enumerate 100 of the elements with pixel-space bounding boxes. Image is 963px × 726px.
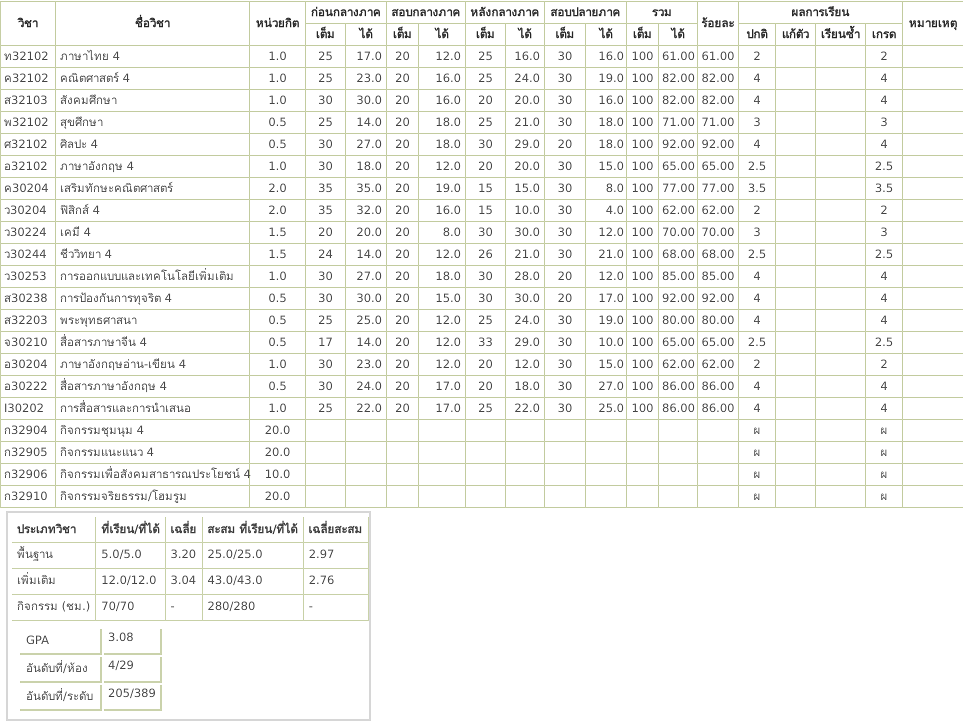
column-header: เต็ม (386, 24, 418, 46)
table-cell: 20 (386, 200, 418, 222)
table-cell: 77.00 (698, 178, 738, 200)
table-cell: สื่อสารภาษาจีน 4 (56, 332, 250, 354)
table-cell: 43.0/43.0 (202, 568, 304, 594)
table-cell: 20 (386, 90, 418, 112)
table-cell: 30 (544, 354, 586, 376)
table-cell: ก32905 (0, 442, 56, 464)
table-cell: 0.5 (250, 134, 306, 156)
column-header: สะสม ที่เรียน/ที่ได้ (202, 517, 304, 542)
table-cell: 4 (738, 288, 776, 310)
table-cell: ว30224 (0, 222, 56, 244)
table-cell: 0.5 (250, 310, 306, 332)
table-cell: 100 (626, 200, 658, 222)
table-cell: 18.0 (418, 112, 466, 134)
table-cell: 100 (626, 244, 658, 266)
table-cell: 35 (306, 178, 346, 200)
table-cell: 25 (306, 68, 346, 90)
table-cell: 61.00 (698, 46, 738, 68)
table-cell: 25 (306, 398, 346, 420)
table-cell: 15.0 (586, 156, 626, 178)
table-cell: 65.00 (698, 332, 738, 354)
table-cell: 35.0 (346, 178, 386, 200)
table-cell: 0.5 (250, 288, 306, 310)
table-cell: ค30204 (0, 178, 56, 200)
column-header: วิชา (0, 2, 56, 46)
table-cell: 14.0 (346, 112, 386, 134)
table-cell: 0.5 (250, 376, 306, 398)
table-cell: 2.5 (866, 244, 902, 266)
table-cell: 22.0 (506, 398, 544, 420)
table-cell: 100 (626, 134, 658, 156)
column-header: ได้ (346, 24, 386, 46)
table-cell: 82.00 (698, 68, 738, 90)
table-cell: 92.00 (658, 134, 698, 156)
table-cell: 24.0 (346, 376, 386, 398)
table-cell: 12.0 (506, 354, 544, 376)
stat-label: อันดับที่/ห้อง (20, 656, 102, 682)
table-cell: 86.00 (658, 398, 698, 420)
table-cell: 23.0 (346, 354, 386, 376)
table-cell: I30202 (0, 398, 56, 420)
table-cell: 4.0 (586, 200, 626, 222)
table-cell: 2 (866, 354, 902, 376)
column-header: ร้อยละ (698, 2, 738, 46)
table-cell: 4 (738, 90, 776, 112)
table-cell: 82.00 (658, 90, 698, 112)
table-cell: 70/70 (96, 594, 165, 620)
table-cell: 100 (626, 376, 658, 398)
column-header: ผลการเรียน (738, 2, 902, 24)
table-cell: 29.0 (506, 332, 544, 354)
table-cell: 4 (866, 310, 902, 332)
table-cell: 92.00 (698, 134, 738, 156)
table-cell: 30 (306, 134, 346, 156)
table-cell: 30 (544, 112, 586, 134)
table-cell: 1.5 (250, 222, 306, 244)
table-cell: 20.0 (506, 156, 544, 178)
table-cell: 100 (626, 112, 658, 134)
table-cell: 20 (386, 134, 418, 156)
stat-value: 3.08 (104, 628, 162, 654)
table-cell: 4 (738, 310, 776, 332)
table-cell: 18.0 (346, 156, 386, 178)
table-cell: 30 (306, 376, 346, 398)
table-cell: 86.00 (698, 398, 738, 420)
table-cell: 24.0 (506, 310, 544, 332)
table-cell: 30 (466, 266, 506, 288)
table-cell: ภาษาอังกฤษอ่าน-เขียน 4 (56, 354, 250, 376)
table-cell: 4 (738, 398, 776, 420)
table-cell: 5.0/5.0 (96, 542, 165, 568)
table-cell: 25 (306, 310, 346, 332)
table-cell: 85.00 (658, 266, 698, 288)
table-cell: 15 (466, 200, 506, 222)
table-cell: พระพุทธศาสนา (56, 310, 250, 332)
table-cell: 20 (386, 222, 418, 244)
table-cell: 4 (866, 68, 902, 90)
column-header: สอบปลายภาค (544, 2, 626, 24)
column-header: ปกติ (738, 24, 776, 46)
table-cell: จ30210 (0, 332, 56, 354)
table-cell: 16.0 (418, 90, 466, 112)
table-cell: 92.00 (658, 288, 698, 310)
table-cell: ชีววิทยา 4 (56, 244, 250, 266)
table-cell: กิจกรรมชุมนุม 4 (56, 420, 250, 442)
table-cell: ค32102 (0, 68, 56, 90)
table-cell: 100 (626, 46, 658, 68)
table-cell: 4 (866, 376, 902, 398)
table-cell: 20 (386, 178, 418, 200)
column-header: ที่เรียน/ที่ได้ (96, 517, 165, 542)
table-cell: 20 (386, 376, 418, 398)
column-header: หลังกลางภาค (466, 2, 544, 24)
table-cell: 20 (544, 288, 586, 310)
table-cell: 20 (386, 68, 418, 90)
table-cell: 92.00 (698, 288, 738, 310)
table-cell: ผ (738, 464, 776, 486)
table-cell: ผ (866, 420, 902, 442)
table-cell: 21.0 (586, 244, 626, 266)
table-cell: ผ (866, 486, 902, 508)
table-cell: 25.0/25.0 (202, 542, 304, 568)
column-header: ได้ (418, 24, 466, 46)
table-cell: 30 (544, 398, 586, 420)
table-cell: สื่อสารภาษาอังกฤษ 4 (56, 376, 250, 398)
table-cell: 20.0 (250, 420, 306, 442)
table-cell: 21.0 (506, 244, 544, 266)
